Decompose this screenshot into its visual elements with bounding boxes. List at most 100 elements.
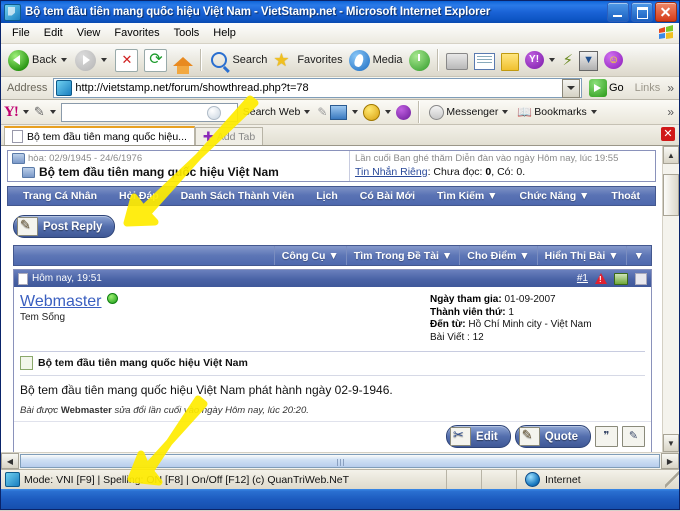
post-author-link[interactable]: Webmaster — [20, 293, 102, 311]
bookmarks-label: Bookmarks — [534, 106, 587, 118]
address-url-text: http://vietstamp.net/forum/showthread.ph… — [75, 82, 309, 94]
edit-page-button[interactable] — [471, 47, 498, 73]
nav-tim-kiem[interactable]: Tìm Kiếm ▼ — [437, 190, 498, 202]
window-controls — [607, 2, 677, 22]
menu-bar: File Edit View Favorites Tools Help — [1, 23, 679, 44]
nav-co-bai-moi[interactable]: Có Bài Mới — [360, 190, 415, 202]
report-post-icon[interactable] — [595, 273, 607, 284]
stop-button[interactable] — [112, 47, 141, 73]
yahoo-logo[interactable]: Y! — [4, 104, 19, 121]
back-button[interactable]: Back — [5, 47, 72, 73]
nav-lich[interactable]: Lịch — [316, 190, 338, 202]
nav-chuc-nang[interactable]: Chức Năng ▼ — [520, 190, 590, 202]
yahoo-tabs-dropdown-icon[interactable] — [352, 110, 359, 114]
private-messages-link[interactable]: Tin Nhắn Riêng — [355, 166, 428, 178]
menu-file[interactable]: File — [5, 25, 37, 41]
yahoo-tabs-icon[interactable] — [330, 104, 348, 120]
add-tab-button[interactable]: ✚ Add Tab — [194, 127, 264, 145]
forward-button[interactable] — [72, 47, 112, 73]
folder-icon-current — [22, 166, 35, 178]
menu-favorites[interactable]: Favorites — [107, 25, 166, 41]
reply-with-quote-icon[interactable]: ✎ — [622, 426, 645, 447]
yahoo-dropdown-icon[interactable] — [548, 58, 555, 62]
yahoo-popup-blocker-icon[interactable] — [396, 104, 412, 120]
thread-tools-more[interactable]: ▼ — [625, 246, 651, 265]
yahoo-pencil-icon[interactable]: ✎ — [34, 104, 45, 120]
edit-post-button[interactable]: Edit — [446, 425, 511, 448]
menu-tools[interactable]: Tools — [167, 25, 207, 41]
breadcrumb-current-row: Bộ tem đầu tiên mang quốc hiệu Việt Nam — [12, 165, 345, 179]
thread-tools-cong-cu[interactable]: Công Cụ ▼ — [273, 246, 346, 265]
links-label[interactable]: Links — [631, 82, 665, 94]
post-title-row: Bộ tem đầu tiên mang quốc hiệu Việt Nam — [20, 351, 645, 370]
thread-tools-cho-diem[interactable]: Cho Điểm ▼ — [459, 246, 536, 265]
bolt-button[interactable]: ⚡ — [560, 47, 577, 73]
media-button[interactable]: Media — [346, 47, 406, 73]
back-dropdown-icon[interactable] — [61, 58, 68, 62]
thread-tools-tim-trong-de-tai[interactable]: Tìm Trong Đề Tài ▼ — [345, 246, 459, 265]
refresh-button[interactable] — [141, 47, 170, 73]
close-button[interactable] — [655, 2, 677, 22]
menu-view[interactable]: View — [70, 25, 108, 41]
toolbar-overflow-icon[interactable]: » — [667, 81, 676, 95]
post-reply-button-top[interactable]: Post Reply — [13, 215, 116, 238]
address-dropdown-button[interactable] — [561, 78, 580, 98]
breadcrumb-parent[interactable]: hòa: 02/9/1945 - 24/6/1976 — [28, 153, 142, 164]
search-button[interactable]: Search — [206, 47, 270, 73]
yahoo-bookmarks-menu[interactable]: 📖 Bookmarks — [515, 105, 600, 119]
maximize-button[interactable] — [631, 2, 653, 22]
nav-thoat[interactable]: Thoát — [611, 190, 640, 202]
smiley-button[interactable]: ☺ — [601, 47, 626, 73]
yahoo-pencil-dropdown-icon[interactable] — [49, 110, 56, 114]
vertical-scroll-thumb[interactable] — [663, 174, 679, 216]
yahoo-overflow-icon[interactable]: » — [667, 105, 676, 119]
post-number[interactable]: #1 — [577, 273, 588, 284]
scroll-up-button[interactable]: ▲ — [663, 146, 679, 164]
nav-hoi-dap[interactable]: Hỏi Đáp — [119, 190, 159, 202]
print-button[interactable] — [443, 47, 471, 73]
horizontal-scroll-thumb[interactable] — [20, 454, 660, 468]
nav-trang-ca-nhan[interactable]: Trang Cá Nhân — [23, 190, 97, 202]
add-tab-label: Add Tab — [216, 130, 256, 143]
yahoo-antispy-dropdown-icon[interactable] — [385, 110, 392, 114]
horizontal-scrollbar[interactable]: ◀ ▶ — [1, 452, 679, 469]
horizontal-scroll-track[interactable] — [19, 453, 661, 469]
yahoo-messenger-menu[interactable]: Messenger — [427, 104, 512, 120]
yahoo-search-input[interactable] — [60, 102, 238, 122]
yahoo-antispy-icon[interactable] — [363, 103, 381, 121]
thread-tools-hien-thi-bai[interactable]: Hiển Thị Bài ▼ — [536, 246, 626, 265]
scroll-right-button[interactable]: ▶ — [661, 453, 679, 469]
favorites-button[interactable]: ★ Favorites — [270, 47, 345, 73]
yahoo-search-web-button[interactable]: Search Web — [241, 106, 315, 118]
user-online-icon[interactable] — [614, 272, 628, 285]
nav-danh-sach-thanh-vien[interactable]: Danh Sách Thành Viên — [181, 190, 295, 202]
menu-edit[interactable]: Edit — [37, 25, 70, 41]
post-author-block: Webmaster Tem Sống — [20, 293, 430, 344]
vertical-scroll-track[interactable] — [663, 164, 679, 434]
address-input[interactable]: http://vietstamp.net/forum/showthread.ph… — [53, 78, 582, 98]
notes-button[interactable] — [498, 47, 522, 73]
close-tab-icon[interactable]: ✕ — [661, 127, 675, 141]
history-button[interactable] — [406, 47, 433, 73]
browser-tab[interactable]: Bộ tem đầu tiên mang quốc hiệu... — [4, 126, 195, 145]
yahoo-highlight-icon[interactable]: ✎ — [317, 105, 327, 119]
quote-post-button[interactable]: Quote — [514, 425, 591, 448]
pm-total-label: Có: — [497, 166, 514, 178]
minimize-button[interactable] — [607, 2, 629, 22]
download-button[interactable]: ▼ — [576, 47, 601, 73]
yahoo-messenger-button[interactable]: Y! — [522, 47, 560, 73]
resize-grip[interactable] — [665, 470, 679, 489]
home-button[interactable] — [170, 47, 196, 74]
multi-quote-icon[interactable]: ❞ — [595, 426, 618, 447]
scroll-down-button[interactable]: ▼ — [663, 434, 679, 452]
plus-icon: ✚ — [202, 128, 214, 144]
yahoo-logo-dropdown-icon[interactable] — [22, 110, 29, 114]
forward-dropdown-icon[interactable] — [101, 58, 108, 62]
page-viewport: hòa: 02/9/1945 - 24/6/1976 Bộ tem đầu ti… — [1, 146, 679, 452]
go-button[interactable]: Go — [585, 79, 628, 97]
post-page-icon — [18, 272, 28, 285]
vertical-scrollbar[interactable]: ▲ ▼ — [662, 146, 679, 452]
scroll-left-button[interactable]: ◀ — [1, 453, 19, 469]
menu-help[interactable]: Help — [206, 25, 243, 41]
post-options-icon[interactable] — [635, 272, 647, 285]
